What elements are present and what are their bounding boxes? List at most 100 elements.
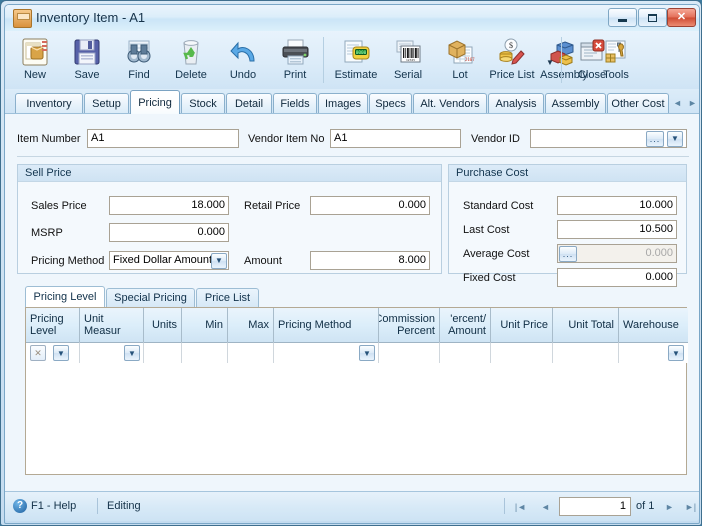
grid-header-min[interactable]: Min <box>182 308 228 342</box>
grid-header-pricing-method[interactable]: Pricing Method <box>274 308 379 342</box>
tab-stock[interactable]: Stock <box>181 93 225 114</box>
toolbar-button-serial[interactable]: 12345 Serial <box>382 33 434 87</box>
tab-detail[interactable]: Detail <box>226 93 272 114</box>
toolbar-separator-1 <box>323 37 324 83</box>
tab-alt-vendors[interactable]: Alt. Vendors <box>413 93 487 114</box>
tab-label: Assembly <box>551 98 600 110</box>
inner-tab-pricing-level[interactable]: Pricing Level <box>25 286 105 307</box>
tab-setup[interactable]: Setup <box>84 93 129 114</box>
fixed-cost-input[interactable]: 0.000 <box>557 268 677 287</box>
grid-header-label: 'ercent/ Amount <box>448 313 486 337</box>
tab-label: Alt. Vendors <box>420 98 480 110</box>
toolbar-button-delete[interactable]: Delete <box>165 33 217 87</box>
grid-cell-max[interactable] <box>228 342 274 363</box>
tab-analysis[interactable]: Analysis <box>488 93 544 114</box>
next-record-button[interactable]: ► <box>660 498 679 515</box>
tab-scroll-right-button[interactable]: ► <box>685 94 700 112</box>
tools-dropdown-arrow[interactable]: ▼ <box>545 57 555 67</box>
grid-header-label: Warehouse <box>623 319 679 331</box>
grid-cell-pricing-method[interactable]: ▼ <box>274 342 379 363</box>
inner-tab-label: Pricing Level <box>33 291 97 303</box>
average-cost-lookup-button[interactable]: ... <box>559 245 577 262</box>
tab-other-cost[interactable]: Other Cost <box>607 93 669 114</box>
row-delete-button[interactable]: ✕ <box>30 345 46 361</box>
grid-header-warehouse[interactable]: Warehouse <box>619 308 688 342</box>
tab-pricing[interactable]: Pricing <box>130 90 180 114</box>
main-toolbar: New Save Find Delete Undo Print 0000 Est… <box>5 31 699 90</box>
grid-header-max[interactable]: Max <box>228 308 274 342</box>
tab-inventory[interactable]: Inventory <box>15 93 83 114</box>
item-number-input[interactable]: A1 <box>87 129 239 148</box>
minimize-icon <box>609 9 636 26</box>
tab-specs[interactable]: Specs <box>369 93 412 114</box>
close-button[interactable]: ✕ <box>667 8 696 27</box>
toolbar-button-price-list[interactable]: $ Price List <box>486 33 538 87</box>
help-text[interactable]: F1 - Help <box>31 500 76 512</box>
first-record-button[interactable]: |◄ <box>511 498 530 515</box>
toolbar-button-estimate[interactable]: 0000 Estimate <box>330 33 382 87</box>
undo-arrow-icon <box>227 35 259 69</box>
toolbar-button-lot[interactable]: 2107 Lot <box>434 33 486 87</box>
last-record-button[interactable]: ►| <box>681 498 700 515</box>
grid-header-percent-amount[interactable]: 'ercent/ Amount <box>440 308 491 342</box>
maximize-button[interactable] <box>638 8 667 27</box>
grid-cell-unit-price[interactable] <box>491 342 553 363</box>
toolbar-button-print[interactable]: Print <box>269 33 321 87</box>
pricing-level-cell-dropdown[interactable]: ▼ <box>53 345 69 361</box>
inner-tab-special-pricing[interactable]: Special Pricing <box>106 288 195 307</box>
grid-cell-warehouse[interactable]: ▼ <box>619 342 688 363</box>
tab-images[interactable]: Images <box>318 93 368 114</box>
grid-header-unit-measure[interactable]: Unit Measur <box>80 308 144 342</box>
sales-price-input[interactable]: 18.000 <box>109 196 229 215</box>
pricing-method-dropdown-arrow[interactable]: ▼ <box>211 252 227 269</box>
vendor-item-no-input[interactable]: A1 <box>330 129 461 148</box>
grid-header-units[interactable]: Units <box>144 308 182 342</box>
svg-text:12345: 12345 <box>406 58 415 62</box>
minimize-button[interactable] <box>608 8 637 27</box>
grid-header-label: Unit Price <box>500 319 548 331</box>
help-icon[interactable]: ? <box>13 499 27 513</box>
toolbar-button-new[interactable]: New <box>9 33 61 87</box>
tab-scroll-left-button[interactable]: ◄ <box>670 94 685 112</box>
grid-cell-unit-total[interactable] <box>553 342 619 363</box>
toolbar-button-save[interactable]: Save <box>61 33 113 87</box>
tab-label: Setup <box>92 98 121 110</box>
toolbar-button-close[interactable]: Close <box>566 33 618 87</box>
svg-text:0000: 0000 <box>356 50 367 56</box>
tab-label: Other Cost <box>611 98 665 110</box>
inner-tab-price-list[interactable]: Price List <box>196 288 259 307</box>
vendor-id-dropdown-button[interactable]: ▼ <box>667 130 683 147</box>
grid-header-pricing-level[interactable]: Pricing Level <box>26 308 80 342</box>
previous-record-button[interactable]: ◄ <box>536 498 555 515</box>
grid-cell-pricing-level[interactable]: ✕ ▼ <box>26 342 80 363</box>
grid-header-unit-total[interactable]: Unit Total <box>553 308 619 342</box>
toolbar-button-find[interactable]: Find <box>113 33 165 87</box>
record-count-label: of 1 <box>636 500 655 512</box>
pricing-method-cell-dropdown[interactable]: ▼ <box>359 345 375 361</box>
record-number-input[interactable]: 1 <box>559 497 631 516</box>
price-tag-icon: $ <box>496 35 528 69</box>
grid-cell-percent-amount[interactable] <box>440 342 491 363</box>
grid-header-commission-percent[interactable]: Commission Percent <box>379 308 440 342</box>
grid-cell-commission-percent[interactable] <box>379 342 440 363</box>
last-cost-input[interactable]: 10.500 <box>557 220 677 239</box>
toolbar-button-undo[interactable]: Undo <box>217 33 269 87</box>
maximize-icon <box>639 9 666 26</box>
msrp-input[interactable]: 0.000 <box>109 223 229 242</box>
window-title: Inventory Item - A1 <box>36 10 146 25</box>
vendor-item-no-label: Vendor Item No <box>248 133 325 145</box>
tab-assembly[interactable]: Assembly <box>545 93 606 114</box>
toolbar-label-lot: Lot <box>452 69 468 81</box>
amount-input[interactable]: 8.000 <box>310 251 430 270</box>
grid-cell-units[interactable] <box>144 342 182 363</box>
grid-header-unit-price[interactable]: Unit Price <box>491 308 553 342</box>
close-window-icon <box>576 35 608 69</box>
unit-measure-cell-dropdown[interactable]: ▼ <box>124 345 140 361</box>
retail-price-input[interactable]: 0.000 <box>310 196 430 215</box>
standard-cost-input[interactable]: 10.000 <box>557 196 677 215</box>
warehouse-cell-dropdown[interactable]: ▼ <box>668 345 684 361</box>
tab-fields[interactable]: Fields <box>273 93 317 114</box>
vendor-id-lookup-button[interactable]: ... <box>646 130 664 147</box>
grid-cell-unit-measure[interactable]: ▼ <box>80 342 144 363</box>
grid-cell-min[interactable] <box>182 342 228 363</box>
